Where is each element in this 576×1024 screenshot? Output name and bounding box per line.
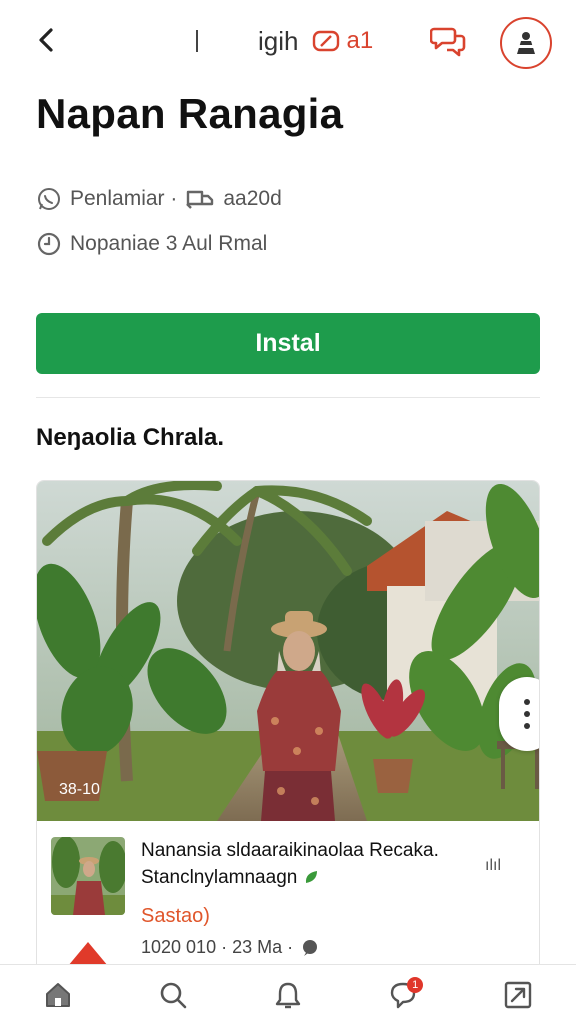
listing-meta: 1020 010 · 23 Ma · — [141, 937, 321, 958]
top-badge-count: a1 — [346, 27, 374, 54]
whatsapp-icon — [38, 188, 60, 210]
signal-indicator: ılıl — [485, 857, 501, 874]
listing-thumbnail[interactable] — [51, 837, 125, 915]
dot — [524, 711, 530, 717]
top-title-group: igih a1 — [196, 26, 373, 56]
listing-row[interactable]: Nanansia sldaaraikinaolaa Recaka. Stancl… — [51, 837, 527, 967]
release-row: Nopaniae 3 Aul Rmal — [36, 231, 267, 257]
leaf-icon — [305, 871, 317, 883]
top-bar: igih a1 — [0, 0, 576, 84]
expand-icon — [505, 981, 532, 1008]
chat-icon — [429, 27, 466, 57]
clock-icon — [37, 232, 61, 256]
back-button[interactable] — [28, 22, 64, 58]
release-info: Nopaniae 3 Aul Rmal — [70, 232, 268, 255]
search-icon — [160, 982, 187, 1008]
section-title: Neŋaolia Chrala. — [36, 424, 225, 451]
messages-badge: 1 — [407, 976, 424, 993]
title-separator — [196, 30, 198, 52]
thumbnail-image — [51, 837, 125, 915]
tag-icon — [313, 30, 340, 52]
truck-icon — [186, 190, 214, 209]
comment-icon — [303, 939, 318, 956]
listing-title-text: Nanansia sldaaraikinaolaa Recaka. Stancl… — [141, 840, 439, 888]
bottom-navigation: 1 — [0, 964, 576, 1024]
developer-name: Penlamiar · — [70, 187, 178, 210]
download-count: aa20d — [223, 187, 282, 210]
top-badge[interactable]: a1 — [312, 27, 373, 55]
profile-avatar[interactable] — [500, 17, 552, 69]
dot — [524, 699, 530, 705]
user-avatar-icon — [517, 32, 535, 54]
dot — [524, 723, 530, 729]
developer-row: Penlamiar · aa20d — [36, 186, 282, 212]
listing-price: Sastao) — [141, 905, 210, 927]
top-title: igih — [258, 25, 299, 56]
install-button[interactable]: Instal — [36, 313, 540, 374]
listing-meta-text: 1020 010 · 23 Ma · — [141, 937, 294, 957]
photo-counter: 38-10 — [59, 781, 100, 798]
nav-messages[interactable]: 1 — [383, 975, 424, 1015]
chevron-left-icon — [39, 28, 53, 52]
nav-notifications[interactable] — [268, 975, 308, 1015]
more-options-button[interactable] — [499, 677, 539, 751]
nav-home[interactable] — [38, 975, 78, 1015]
home-icon — [45, 982, 70, 1007]
bell-icon — [275, 982, 301, 1008]
divider — [36, 397, 540, 398]
garden-photo — [37, 481, 539, 821]
app-title: Napan Ranagia — [36, 90, 344, 137]
listing-title[interactable]: Nanansia sldaaraikinaolaa Recaka. Stancl… — [141, 837, 481, 891]
nav-search[interactable] — [153, 975, 193, 1015]
listing-card[interactable]: 38-10 Nanansia sldaaraikinaolaa Recaka. … — [36, 480, 540, 980]
nav-expand[interactable] — [498, 975, 538, 1015]
chat-button[interactable] — [429, 24, 468, 58]
listing-photo[interactable]: 38-10 — [37, 481, 539, 821]
